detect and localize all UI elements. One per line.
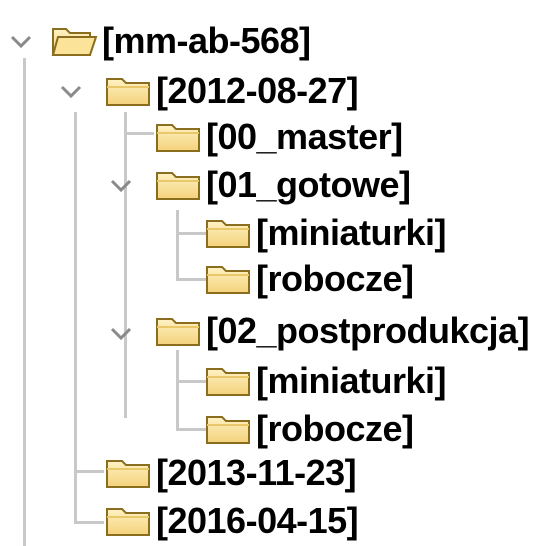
- tree-item-root[interactable]: [mm-ab-568]: [50, 20, 311, 62]
- tree-item-00-master[interactable]: [00_master]: [154, 116, 403, 158]
- tree-item-2012-08-27[interactable]: [2012-08-27]: [104, 70, 359, 112]
- folder-icon: [206, 220, 250, 248]
- tree-item-label: [01_gotowe]: [206, 164, 411, 205]
- tree-guide-line: [23, 58, 26, 546]
- tree-item-label: [robocze]: [256, 408, 414, 449]
- tree-item-label: [2016-04-15]: [156, 500, 359, 541]
- tree-item-label: [2012-08-27]: [156, 70, 359, 111]
- folder-icon: [206, 368, 250, 396]
- chevron-down-icon[interactable]: [108, 320, 134, 346]
- tree-item-label: [2013-11-23]: [156, 452, 357, 493]
- tree-item-01-gotowe[interactable]: [01_gotowe]: [154, 164, 411, 206]
- tree-item-2016-04-15[interactable]: [2016-04-15]: [104, 500, 359, 542]
- tree-guide-line: [176, 380, 206, 383]
- tree-item-gotowe-robocze[interactable]: [robocze]: [204, 258, 414, 300]
- folder-icon: [206, 416, 250, 444]
- folder-icon: [106, 78, 150, 106]
- tree-guide-line: [176, 278, 206, 281]
- folder-icon: [156, 172, 200, 200]
- tree-guide-line: [74, 521, 104, 524]
- folder-tree: [mm-ab-568] [2012-08-27] [00_master] [01…: [0, 0, 539, 546]
- tree-item-label: [miniaturki]: [256, 360, 447, 401]
- tree-item-label: [miniaturki]: [256, 212, 447, 253]
- tree-item-label: [02_postprodukcja]: [206, 310, 530, 351]
- folder-icon: [206, 266, 250, 294]
- folder-icon: [106, 508, 150, 536]
- tree-guide-line: [124, 132, 154, 135]
- folder-icon: [156, 124, 200, 152]
- tree-item-02-postprodukcja[interactable]: [02_postprodukcja]: [154, 310, 530, 352]
- tree-guide-line: [176, 210, 179, 280]
- tree-item-2013-11-23[interactable]: [2013-11-23]: [104, 452, 357, 494]
- tree-guide-line: [176, 232, 206, 235]
- tree-guide-line: [74, 470, 104, 473]
- tree-item-label: [00_master]: [206, 116, 403, 157]
- tree-item-label: [mm-ab-568]: [102, 20, 311, 61]
- tree-guide-line: [124, 112, 127, 418]
- tree-item-label: [robocze]: [256, 258, 414, 299]
- tree-item-post-robocze[interactable]: [robocze]: [204, 408, 414, 450]
- tree-item-gotowe-miniaturki[interactable]: [miniaturki]: [204, 212, 447, 254]
- folder-open-icon: [51, 28, 98, 56]
- tree-guide-line: [74, 112, 77, 522]
- tree-guide-line: [176, 428, 206, 431]
- tree-item-post-miniaturki[interactable]: [miniaturki]: [204, 360, 447, 402]
- chevron-down-icon[interactable]: [108, 172, 134, 198]
- chevron-down-icon[interactable]: [8, 28, 34, 54]
- folder-icon: [156, 318, 200, 346]
- tree-guide-line: [176, 350, 179, 430]
- folder-icon: [106, 460, 150, 488]
- chevron-down-icon[interactable]: [58, 78, 84, 104]
